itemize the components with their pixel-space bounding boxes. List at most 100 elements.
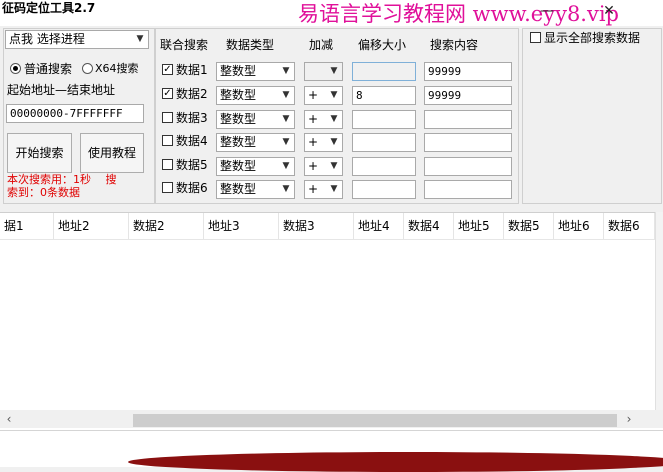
offset-input[interactable]: 8 [352,86,416,105]
row-checkbox[interactable] [162,135,173,146]
col-header[interactable]: 数据6 [604,213,655,239]
header-joint-search: 联合搜索 [160,38,209,52]
op-value: + [308,159,319,173]
chevron-down-icon: ▼ [282,90,290,100]
col-header[interactable]: 地址6 [554,213,604,239]
background-image-edge [128,452,663,472]
grid-right-edge [655,212,663,412]
op-select[interactable]: + ▼ [304,157,343,176]
data-type-select[interactable]: 整数型 ▼ [216,110,295,129]
row-checkbox[interactable] [162,182,173,193]
content-input[interactable] [424,157,512,176]
row-label: 数据5 [176,158,208,172]
chevron-down-icon: ▼ [330,114,338,124]
op-value: + [308,182,319,196]
status-time-text: 本次搜索用：1秒 搜 [7,173,117,186]
scroll-left-icon[interactable]: ‹ [2,410,16,428]
row-checkbox[interactable]: ✓ [162,88,173,99]
data-type-select[interactable]: 整数型 ▼ [216,157,295,176]
content-input[interactable] [424,180,512,199]
row-checkbox[interactable] [162,159,173,170]
chevron-down-icon: ▼ [136,34,144,44]
row-label: 数据3 [176,111,208,125]
op-value: + [308,112,319,126]
offset-input[interactable] [352,133,416,152]
op-select[interactable]: + ▼ [304,180,343,199]
data-type-value: 整数型 [220,64,257,78]
chevron-down-icon: ▼ [330,90,338,100]
row-label: 数据4 [176,134,208,148]
process-select-value: 点我 选择进程 [9,32,85,46]
chevron-down-icon: ▼ [282,66,290,76]
address-range-input[interactable]: 00000000-7FFFFFFF [6,104,144,123]
radio-normal-label: 普通搜索 [24,62,73,76]
chevron-down-icon: ▼ [282,114,290,124]
scrollbar-thumb[interactable] [133,414,617,427]
data-type-value: 整数型 [220,135,257,149]
col-header[interactable]: 数据2 [129,213,204,239]
results-grid[interactable]: 据1 地址2 数据2 地址3 数据3 地址4 数据4 地址5 数据5 地址6 数… [0,212,663,433]
chevron-down-icon: ▼ [330,137,338,147]
chevron-down-icon: ▼ [282,161,290,171]
chevron-down-icon: ▼ [330,184,338,194]
data-type-select[interactable]: 整数型 ▼ [216,133,295,152]
tutorial-button[interactable]: 使用教程 [80,133,144,173]
row-label: 数据2 [176,87,208,101]
offset-input[interactable] [352,157,416,176]
data-type-select[interactable]: 整数型 ▼ [216,62,295,81]
col-header[interactable]: 地址3 [204,213,279,239]
radio-x64-search[interactable] [82,63,93,74]
col-header[interactable]: 数据5 [504,213,554,239]
op-select[interactable]: ▼ [304,62,343,81]
minimize-button[interactable]: — [530,0,564,26]
data-type-value: 整数型 [220,182,257,196]
grid-header: 据1 地址2 数据2 地址3 数据3 地址4 数据4 地址5 数据5 地址6 数… [0,213,663,240]
offset-input[interactable] [352,180,416,199]
op-select[interactable]: + ▼ [304,86,343,105]
header-offset: 偏移大小 [358,38,407,52]
offset-input[interactable] [352,110,416,129]
options-panel [522,28,662,204]
chevron-down-icon: ▼ [330,66,338,76]
status-count-text: 索到：0条数据 [7,186,80,199]
col-header[interactable]: 地址2 [54,213,129,239]
row-label: 数据1 [176,63,208,77]
chevron-down-icon: ▼ [282,184,290,194]
row-label: 数据6 [176,181,208,195]
data-type-value: 整数型 [220,159,257,173]
chevron-down-icon: ▼ [330,161,338,171]
col-header[interactable]: 数据3 [279,213,354,239]
data-type-value: 整数型 [220,112,257,126]
radio-selected-dot [13,66,18,71]
data-type-select[interactable]: 整数型 ▼ [216,86,295,105]
op-select[interactable]: + ▼ [304,133,343,152]
content-input[interactable] [424,110,512,129]
col-header[interactable]: 据1 [0,213,54,239]
data-type-select[interactable]: 整数型 ▼ [216,180,295,199]
row-checkbox[interactable] [162,112,173,123]
col-header[interactable]: 数据4 [404,213,454,239]
process-select[interactable]: 点我 选择进程 ▼ [5,30,149,49]
content-input[interactable] [424,133,512,152]
op-value: + [308,88,319,102]
col-header[interactable]: 地址4 [354,213,404,239]
show-all-checkbox[interactable] [530,32,541,43]
show-all-label: 显示全部搜索数据 [544,31,641,45]
offset-input[interactable] [352,62,416,81]
watermark-text: 易语言学习教程网 www.eyy8.vip [298,2,619,26]
row-checkbox[interactable]: ✓ [162,64,173,75]
op-select[interactable]: + ▼ [304,110,343,129]
header-plus-minus: 加减 [309,38,334,52]
content-input[interactable]: 99999 [424,86,512,105]
col-header[interactable]: 地址5 [454,213,504,239]
content-input[interactable]: 99999 [424,62,512,81]
radio-normal-search[interactable] [10,63,21,74]
start-search-button[interactable]: 开始搜索 [7,133,72,173]
scroll-right-icon[interactable]: › [622,410,636,428]
data-type-value: 整数型 [220,88,257,102]
header-search-content: 搜索内容 [430,38,479,52]
close-button[interactable]: ✕ [592,0,626,26]
header-data-type: 数据类型 [226,38,275,52]
app-title: 征码定位工具2.7 [2,1,96,15]
address-range-label: 起始地址—结束地址 [7,83,116,97]
